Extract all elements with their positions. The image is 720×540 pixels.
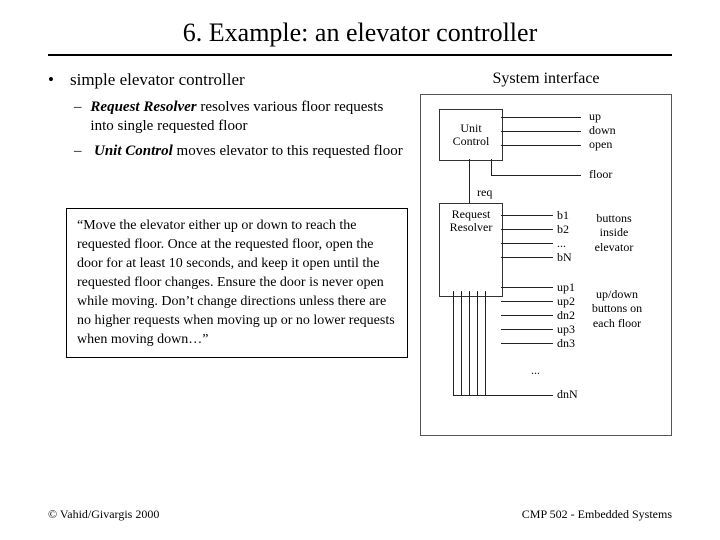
- system-diagram: Unit Control up down open floor req: [420, 94, 672, 436]
- footer-left: © Vahid/Givargis 2000: [48, 507, 159, 522]
- btn-dnn: dnN: [557, 387, 578, 401]
- btn-b1: b1: [557, 208, 569, 222]
- btn-up2: up2: [557, 294, 575, 308]
- sub2-bold: Unit Control: [94, 143, 173, 159]
- signal-down: down: [589, 123, 616, 137]
- unit-control-l2: Control: [453, 135, 490, 148]
- footer-right: CMP 502 - Embedded Systems: [522, 507, 672, 522]
- btn-ell2: ...: [531, 363, 540, 377]
- quote-box: “Move the elevator either up or down to …: [66, 208, 408, 358]
- dash-icon: –: [74, 142, 86, 161]
- btn-b2: b2: [557, 222, 569, 236]
- dash-icon: –: [74, 98, 82, 136]
- system-interface-title: System interface: [420, 70, 672, 88]
- signal-up: up: [589, 109, 601, 123]
- title-rule: [48, 54, 672, 56]
- bullet-main-text: simple elevator controller: [70, 70, 245, 90]
- btn-dn3: dn3: [557, 336, 575, 350]
- btn-up1: up1: [557, 280, 575, 294]
- btn-ell: ...: [557, 236, 566, 250]
- bullet-main: • simple elevator controller: [48, 70, 408, 90]
- btn-up3: up3: [557, 322, 575, 336]
- sub1-bold: Request Resolver: [90, 99, 196, 115]
- bullet-sub-2: – Unit Control moves elevator to this re…: [74, 142, 408, 161]
- signal-open: open: [589, 137, 612, 151]
- slide-title: 6. Example: an elevator controller: [48, 18, 672, 48]
- note-floor-btn: up/down buttons on each floor: [589, 287, 645, 330]
- bullet-dot: •: [48, 70, 62, 90]
- box-request-resolver: Request Resolver: [439, 203, 503, 297]
- btn-dn2: dn2: [557, 308, 575, 322]
- box-unit-control: Unit Control: [439, 109, 503, 161]
- signal-floor: floor: [589, 167, 612, 181]
- sub2-rest: moves elevator to this requested floor: [173, 143, 403, 159]
- bullet-sub-1: – Request Resolver resolves various floo…: [74, 98, 408, 136]
- btn-bn: bN: [557, 250, 572, 264]
- signal-req: req: [477, 185, 492, 199]
- note-inside-btn: buttons inside elevator: [589, 211, 639, 254]
- req-resolver-l2: Resolver: [450, 221, 493, 234]
